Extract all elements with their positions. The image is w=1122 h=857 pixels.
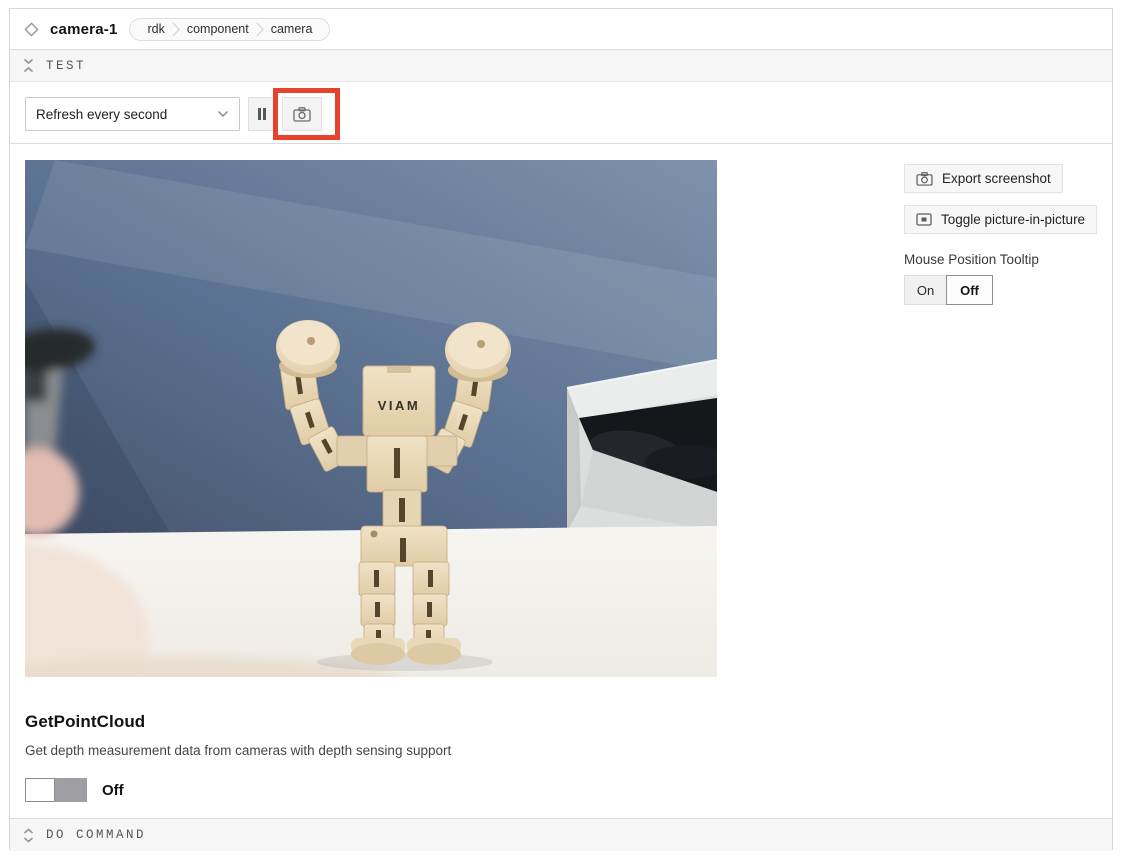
breadcrumb-separator-icon bbox=[172, 22, 180, 37]
export-screenshot-button[interactable]: Export screenshot bbox=[904, 164, 1063, 193]
component-diamond-icon bbox=[23, 21, 40, 38]
toggle-knob bbox=[25, 778, 55, 802]
test-section-label: TEST bbox=[46, 59, 86, 73]
toggle-pip-label: Toggle picture-in-picture bbox=[941, 212, 1085, 227]
take-screenshot-button[interactable] bbox=[282, 97, 322, 131]
camera-component-card: camera-1 rdk component camera TEST Refre… bbox=[9, 8, 1113, 850]
robot-logo-text: VIAM bbox=[378, 398, 421, 413]
card-header: camera-1 rdk component camera bbox=[10, 9, 1112, 49]
stream-content: VIAM bbox=[10, 144, 1112, 694]
camera-stream: VIAM bbox=[25, 160, 717, 677]
breadcrumb-item: component bbox=[180, 22, 256, 36]
get-point-cloud-title: GetPointCloud bbox=[25, 712, 1112, 732]
component-name: camera-1 bbox=[50, 21, 117, 38]
breadcrumb-separator-icon bbox=[256, 22, 264, 37]
breadcrumb-item: camera bbox=[264, 22, 320, 36]
camera-icon bbox=[916, 172, 933, 186]
tooltip-toggle-group: On Off bbox=[904, 275, 1109, 305]
stream-side-controls: Export screenshot Toggle picture-in-pict… bbox=[904, 164, 1109, 305]
stream-toolbar: Refresh every second bbox=[10, 82, 1112, 144]
picture-in-picture-icon bbox=[916, 213, 932, 226]
robot-hand-left bbox=[276, 320, 340, 378]
collapse-icon bbox=[23, 58, 34, 73]
breadcrumb-item: rdk bbox=[140, 22, 171, 36]
get-point-cloud-description: Get depth measurement data from cameras … bbox=[25, 743, 1112, 758]
robot-head: VIAM bbox=[363, 366, 435, 436]
test-section-header[interactable]: TEST bbox=[10, 49, 1112, 82]
export-screenshot-label: Export screenshot bbox=[942, 171, 1051, 186]
toggle-pip-button[interactable]: Toggle picture-in-picture bbox=[904, 205, 1097, 234]
pause-stream-button[interactable] bbox=[248, 97, 275, 131]
get-point-cloud-section: GetPointCloud Get depth measurement data… bbox=[10, 694, 1112, 818]
mouse-position-tooltip-label: Mouse Position Tooltip bbox=[904, 252, 1109, 267]
pause-icon bbox=[257, 108, 267, 120]
do-command-section-label: DO COMMAND bbox=[46, 828, 146, 842]
expand-icon bbox=[23, 828, 34, 843]
refresh-rate-select[interactable]: Refresh every second bbox=[25, 97, 240, 131]
toggle-state-label: Off bbox=[102, 782, 124, 799]
tooltip-on-button[interactable]: On bbox=[904, 275, 947, 305]
point-cloud-toggle[interactable] bbox=[25, 778, 87, 802]
breadcrumb: rdk component camera bbox=[129, 18, 330, 41]
do-command-section-header[interactable]: DO COMMAND bbox=[10, 818, 1112, 851]
chevron-down-icon bbox=[217, 110, 229, 118]
robot-hand-right bbox=[445, 322, 511, 382]
cabinet bbox=[567, 360, 717, 532]
tooltip-off-button[interactable]: Off bbox=[946, 275, 993, 305]
camera-icon bbox=[293, 107, 311, 122]
